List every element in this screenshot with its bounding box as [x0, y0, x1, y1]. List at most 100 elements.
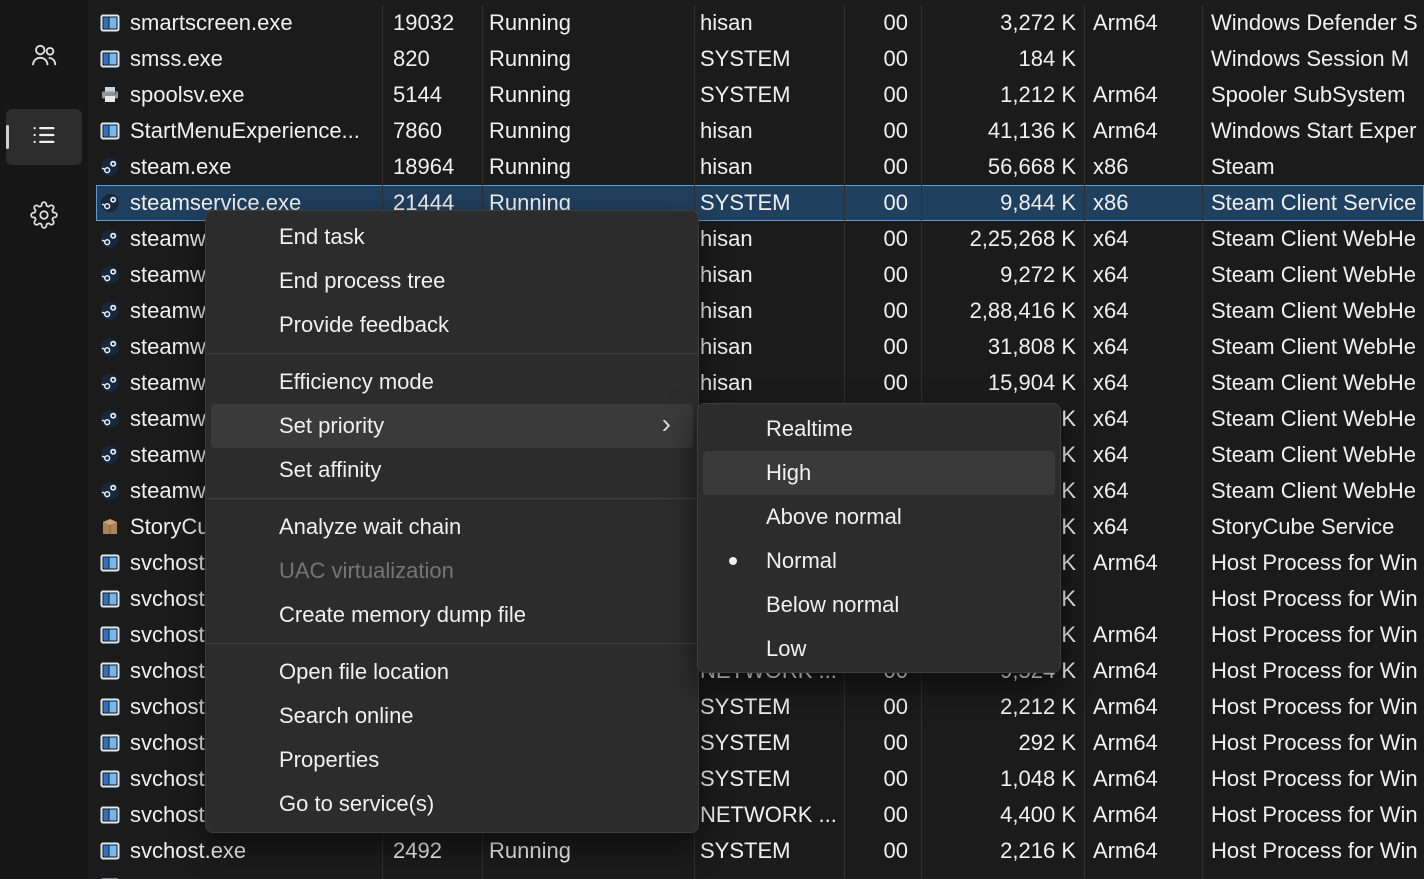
process-name: steamw: [130, 298, 206, 324]
architecture-cell: [1085, 581, 1203, 617]
radio-bullet-icon: [729, 557, 737, 565]
pid-cell: 19032: [383, 5, 483, 41]
submenu-item-above-normal[interactable]: Above normal: [703, 495, 1055, 539]
process-name: steamw: [130, 226, 206, 252]
menu-item-efficiency-mode[interactable]: Efficiency mode: [211, 360, 693, 404]
architecture-cell: x64: [1085, 365, 1203, 401]
architecture-cell: x64: [1085, 257, 1203, 293]
steam-process-icon: [100, 229, 120, 249]
menu-item-provide-feedback[interactable]: Provide feedback: [211, 303, 693, 347]
process-name-cell: [96, 869, 383, 879]
description-cell: Steam Client WebHe: [1203, 401, 1424, 437]
architecture-cell: Arm64: [1085, 545, 1203, 581]
steam-process-icon: [100, 445, 120, 465]
process-name: steamw: [130, 334, 206, 360]
user-cell: SYSTEM: [695, 185, 845, 221]
table-row[interactable]: [96, 869, 1424, 879]
cpu-cell: 00: [845, 185, 922, 221]
architecture-cell: Arm64: [1085, 797, 1203, 833]
process-name-cell: svchost.exe: [96, 833, 383, 869]
cpu-cell: 00: [845, 365, 922, 401]
table-row[interactable]: smss.exe820RunningSYSTEM00184 KWindows S…: [96, 41, 1424, 77]
user-cell: hisan: [695, 113, 845, 149]
submenu-item-high[interactable]: High: [703, 451, 1055, 495]
process-name: svchost: [130, 622, 205, 648]
submenu-item-low[interactable]: Low: [703, 627, 1055, 671]
cpu-cell: 00: [845, 5, 922, 41]
menu-item-end-process-tree[interactable]: End process tree: [211, 259, 693, 303]
table-row[interactable]: smartscreen.exe19032Runninghisan003,272 …: [96, 5, 1424, 41]
steam-process-icon: [100, 157, 120, 177]
description-cell: Host Process for Win: [1203, 545, 1424, 581]
cpu-cell: 00: [845, 293, 922, 329]
description-cell: Host Process for Win: [1203, 833, 1424, 869]
process-name: svchost: [130, 658, 205, 684]
process-name: steamw: [130, 478, 206, 504]
status-cell: Running: [483, 113, 695, 149]
menu-item-properties[interactable]: Properties: [211, 738, 693, 782]
pid-cell: 5144: [383, 77, 483, 113]
description-cell: Steam Client WebHe: [1203, 221, 1424, 257]
menu-item-set-priority[interactable]: Set priority›: [211, 404, 693, 448]
description-cell: Host Process for Win: [1203, 761, 1424, 797]
process-name-cell: spoolsv.exe: [96, 77, 383, 113]
sidebar-item-settings[interactable]: [6, 189, 82, 245]
process-name: svchost: [130, 586, 205, 612]
menu-item-label: Create memory dump file: [279, 602, 526, 628]
status-cell: Running: [483, 41, 695, 77]
menu-item-analyze-wait-chain[interactable]: Analyze wait chain: [211, 505, 693, 549]
menu-item-go-to-service-s[interactable]: Go to service(s): [211, 782, 693, 826]
pid-cell: 2492: [383, 833, 483, 869]
process-name: spoolsv.exe: [130, 82, 245, 108]
memory-cell: 15,904 K: [922, 365, 1085, 401]
submenu-item-below-normal[interactable]: Below normal: [703, 583, 1055, 627]
submenu-item-realtime[interactable]: Realtime: [703, 407, 1055, 451]
user-cell: hisan: [695, 149, 845, 185]
menu-item-label: Search online: [279, 703, 414, 729]
description-cell: Spooler SubSystem: [1203, 77, 1424, 113]
description-cell: Steam Client WebHe: [1203, 473, 1424, 509]
status-cell: [483, 869, 695, 879]
process-name-cell: StartMenuExperience...: [96, 113, 383, 149]
table-row[interactable]: svchost.exe2492RunningSYSTEM002,216 KArm…: [96, 833, 1424, 869]
printer-process-icon: [100, 85, 120, 105]
table-row[interactable]: StartMenuExperience...7860Runninghisan00…: [96, 113, 1424, 149]
menu-item-label: Go to service(s): [279, 791, 434, 817]
architecture-cell: Arm64: [1085, 833, 1203, 869]
exe-process-icon: [100, 697, 120, 717]
cpu-cell: 00: [845, 41, 922, 77]
exe-process-icon: [100, 769, 120, 789]
exe-process-icon: [100, 805, 120, 825]
description-cell: Host Process for Win: [1203, 617, 1424, 653]
menu-item-search-online[interactable]: Search online: [211, 694, 693, 738]
menu-item-set-affinity[interactable]: Set affinity: [211, 448, 693, 492]
description-cell: Host Process for Win: [1203, 725, 1424, 761]
table-row[interactable]: steam.exe18964Runninghisan0056,668 Kx86S…: [96, 149, 1424, 185]
menu-item-label: Open file location: [279, 659, 449, 685]
description-cell: Steam Client WebHe: [1203, 329, 1424, 365]
sidebar: [0, 0, 88, 879]
process-name: steamw: [130, 406, 206, 432]
status-cell: Running: [483, 5, 695, 41]
memory-cell: 3,272 K: [922, 5, 1085, 41]
process-name: steamw: [130, 370, 206, 396]
menu-item-end-task[interactable]: End task: [211, 215, 693, 259]
sidebar-item-details[interactable]: [6, 109, 82, 165]
description-cell: StoryCube Service: [1203, 509, 1424, 545]
sidebar-item-users[interactable]: [6, 29, 82, 85]
user-cell: hisan: [695, 257, 845, 293]
memory-cell: 2,212 K: [922, 689, 1085, 725]
memory-cell: 31,808 K: [922, 329, 1085, 365]
memory-cell: 41,136 K: [922, 113, 1085, 149]
menu-item-create-memory-dump-file[interactable]: Create memory dump file: [211, 593, 693, 637]
submenu-item-label: High: [766, 460, 811, 486]
submenu-item-normal[interactable]: Normal: [703, 539, 1055, 583]
architecture-cell: Arm64: [1085, 653, 1203, 689]
architecture-cell: x64: [1085, 473, 1203, 509]
description-cell: Steam Client WebHe: [1203, 437, 1424, 473]
table-row[interactable]: spoolsv.exe5144RunningSYSTEM001,212 KArm…: [96, 77, 1424, 113]
architecture-cell: x86: [1085, 149, 1203, 185]
menu-item-open-file-location[interactable]: Open file location: [211, 650, 693, 694]
process-name-cell: steam.exe: [96, 149, 383, 185]
menu-item-label: UAC virtualization: [279, 558, 454, 584]
